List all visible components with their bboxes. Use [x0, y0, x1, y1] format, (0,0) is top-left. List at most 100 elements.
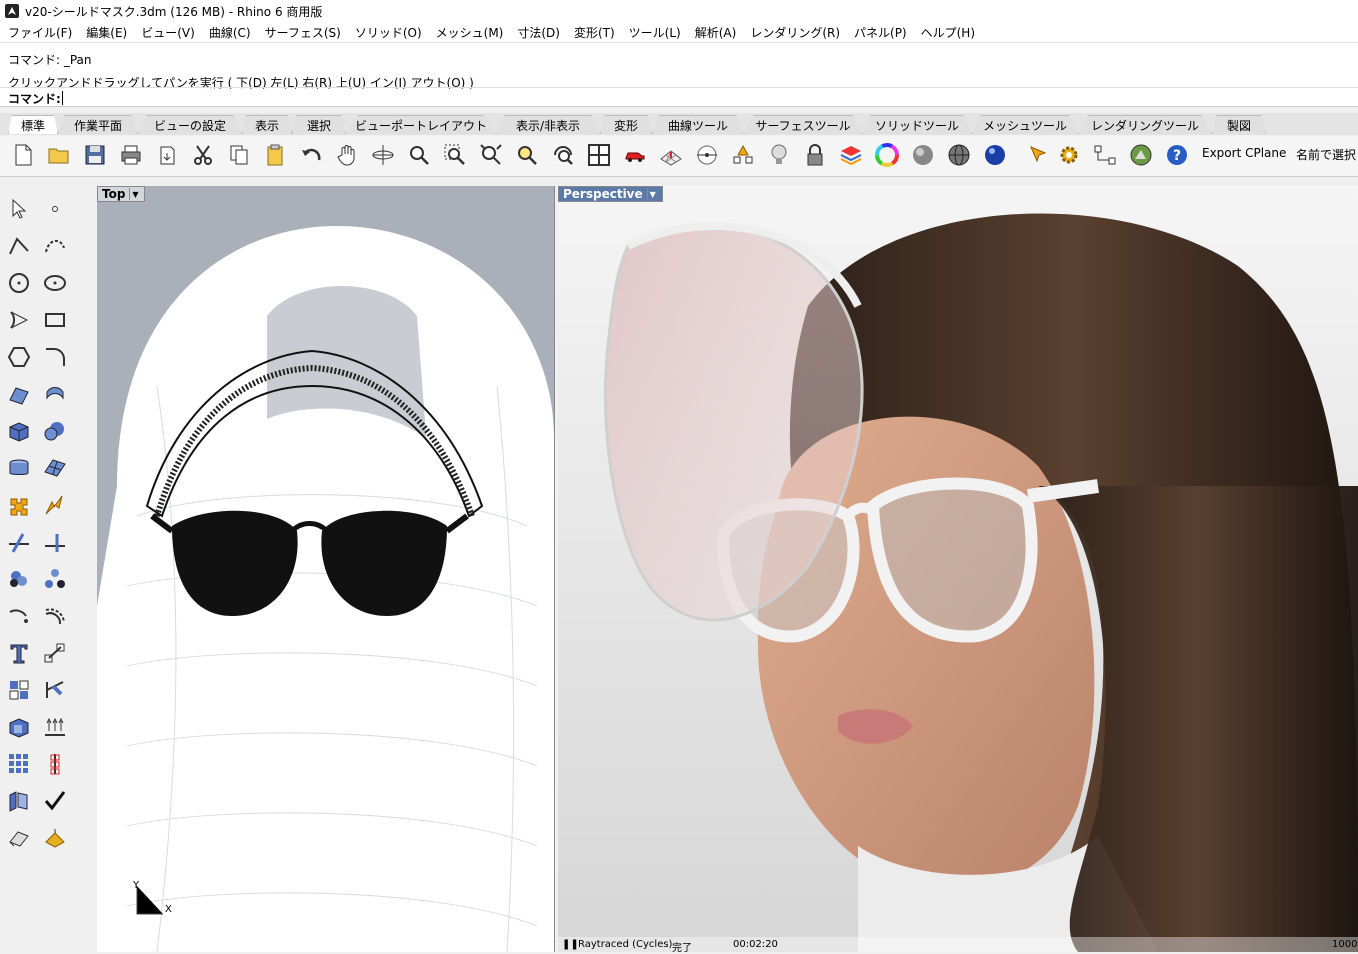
object-snap-icon[interactable] [692, 140, 722, 170]
select-arrow-icon[interactable] [4, 194, 34, 224]
menu-file[interactable]: ファイル(F) [8, 24, 72, 41]
copy-icon[interactable] [224, 140, 254, 170]
ungroup-icon[interactable] [40, 564, 70, 594]
tab-surface-tools[interactable]: サーフェスツール [744, 115, 862, 134]
spotlight-icon[interactable] [1024, 140, 1054, 170]
top-viewport[interactable]: Top ▼ Y X [97, 186, 555, 952]
dimension-icon[interactable] [40, 675, 70, 705]
new-file-icon[interactable] [8, 140, 38, 170]
zoom-extents-icon[interactable] [476, 140, 506, 170]
text-icon[interactable] [4, 638, 34, 668]
analyze-icon[interactable] [4, 823, 34, 853]
point-icon[interactable] [40, 194, 70, 224]
extrude-surface-icon[interactable] [40, 712, 70, 742]
tab-display[interactable]: 表示 [242, 115, 292, 134]
circle-icon[interactable] [4, 268, 34, 298]
tab-visibility[interactable]: 表示/非表示 [496, 115, 600, 134]
menu-view[interactable]: ビュー(V) [141, 24, 195, 41]
menu-curve[interactable]: 曲線(C) [209, 24, 251, 41]
menu-analyze[interactable]: 解析(A) [695, 24, 737, 41]
rhino-logo-icon[interactable] [1126, 140, 1156, 170]
menu-surface[interactable]: サーフェス(S) [265, 24, 341, 41]
boolean-union-icon[interactable] [4, 490, 34, 520]
lock-icon[interactable] [800, 140, 830, 170]
grid-array-icon[interactable] [4, 749, 34, 779]
zoom-window-icon[interactable] [440, 140, 470, 170]
menu-render[interactable]: レンダリング(R) [750, 24, 840, 41]
menu-dimension[interactable]: 寸法(D) [517, 24, 560, 41]
command-prompt[interactable]: コマンド: [0, 87, 1358, 106]
color-wheel-icon[interactable] [872, 140, 902, 170]
surface-from-points-icon[interactable] [4, 379, 34, 409]
fillet-edge-icon[interactable] [4, 601, 34, 631]
cylinder-icon[interactable] [4, 453, 34, 483]
tab-select[interactable]: 選択 [292, 115, 346, 134]
fillet-curve-icon[interactable] [40, 342, 70, 372]
menu-tools[interactable]: ツール(L) [629, 24, 681, 41]
layout-icon[interactable] [4, 786, 34, 816]
menu-transform[interactable]: 変形(T) [574, 24, 615, 41]
tab-standard[interactable]: 標準 [8, 115, 58, 134]
chevron-down-icon[interactable]: ▼ [129, 188, 140, 200]
rotate-view-icon[interactable] [368, 140, 398, 170]
tab-render-tools[interactable]: レンダリングツール [1078, 115, 1212, 134]
split-icon[interactable] [40, 527, 70, 557]
menu-solid[interactable]: ソリッド(O) [355, 24, 422, 41]
zoom-icon[interactable] [404, 140, 434, 170]
arc-icon[interactable] [4, 305, 34, 335]
cut-icon[interactable] [188, 140, 218, 170]
sphere-icon[interactable] [40, 416, 70, 446]
layers-icon[interactable] [836, 140, 866, 170]
history-icon[interactable] [1090, 140, 1120, 170]
viewport-label-top[interactable]: Top ▼ [97, 186, 146, 202]
render-sphere-icon[interactable] [980, 140, 1010, 170]
import-icon[interactable] [152, 140, 182, 170]
export-cplane-button[interactable]: Export CPlane [1202, 146, 1286, 160]
control-points-icon[interactable] [40, 749, 70, 779]
array-icon[interactable] [4, 675, 34, 705]
tab-set-view[interactable]: ビューの設定 [138, 115, 242, 134]
zoom-selected-icon[interactable] [512, 140, 542, 170]
options-gear-icon[interactable] [1054, 140, 1084, 170]
light-icon[interactable] [764, 140, 794, 170]
tab-mesh-tools[interactable]: メッシュツール [972, 115, 1078, 134]
pan-hand-icon[interactable] [332, 140, 362, 170]
perspective-viewport[interactable]: Perspective ▼ [558, 186, 1358, 952]
car-icon[interactable] [620, 140, 650, 170]
tab-solid-tools[interactable]: ソリッドツール [862, 115, 972, 134]
checkmark-icon[interactable] [40, 786, 70, 816]
save-icon[interactable] [80, 140, 110, 170]
polyline-icon[interactable] [4, 231, 34, 261]
offset-curve-icon[interactable] [40, 601, 70, 631]
menu-help[interactable]: ヘルプ(H) [921, 24, 975, 41]
rectangle-icon[interactable] [40, 305, 70, 335]
tab-cplanes[interactable]: 作業平面 [58, 115, 138, 134]
polygon-icon[interactable] [4, 342, 34, 372]
print-icon[interactable] [116, 140, 146, 170]
trim-icon[interactable] [4, 527, 34, 557]
curve-icon[interactable] [40, 231, 70, 261]
mesh-plane-icon[interactable] [40, 453, 70, 483]
tab-transform[interactable]: 変形 [600, 115, 652, 134]
paste-icon[interactable] [260, 140, 290, 170]
named-selection-button[interactable]: 名前で選択 [1296, 146, 1356, 163]
four-viewports-icon[interactable] [584, 140, 614, 170]
grid-icon[interactable] [656, 140, 686, 170]
group-icon[interactable] [4, 564, 34, 594]
chevron-down-icon[interactable]: ▼ [646, 188, 658, 200]
box-icon[interactable] [4, 416, 34, 446]
pause-icon[interactable]: ❚❚ [562, 939, 579, 950]
render-icon[interactable] [40, 823, 70, 853]
points-icon[interactable] [728, 140, 758, 170]
help-icon[interactable]: ? [1162, 140, 1192, 170]
solid-box-edit-icon[interactable] [4, 712, 34, 742]
undo-icon[interactable] [296, 140, 326, 170]
viewport-label-perspective[interactable]: Perspective ▼ [558, 186, 663, 202]
menu-mesh[interactable]: メッシュ(M) [436, 24, 504, 41]
ellipse-icon[interactable] [40, 268, 70, 298]
open-folder-icon[interactable] [44, 140, 74, 170]
tab-curve-tools[interactable]: 曲線ツール [652, 115, 744, 134]
zoom-dynamic-icon[interactable] [548, 140, 578, 170]
tab-viewport-layout[interactable]: ビューポートレイアウト [346, 115, 496, 134]
menu-panels[interactable]: パネル(P) [854, 24, 907, 41]
